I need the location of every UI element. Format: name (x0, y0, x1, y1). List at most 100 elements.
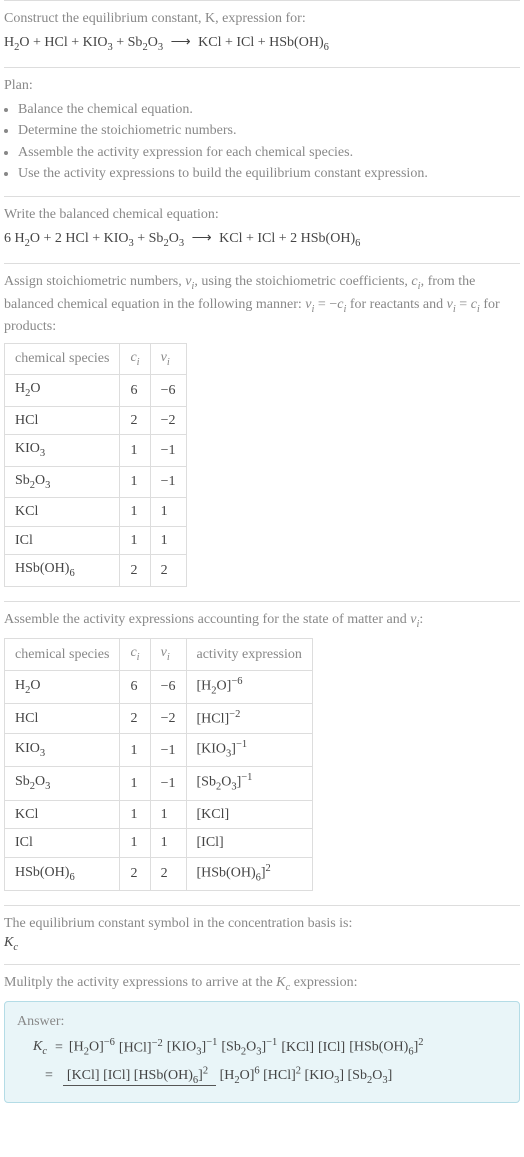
cell-species: Sb2O3 (5, 767, 120, 800)
cell-c: 1 (120, 800, 150, 829)
table-row: HSb(OH)622[HSb(OH)6]2 (5, 857, 313, 890)
cell-v: −2 (150, 406, 186, 435)
section-multiply: Mulitply the activity expressions to arr… (4, 964, 520, 1111)
table-row: ICl11[ICl] (5, 829, 313, 858)
section-balanced: Write the balanced chemical equation: 6 … (4, 196, 520, 263)
answer-line-1: Kc = [H2O]−6 [HCl]−2 [KIO3]−1 [Sb2O3]−1 … (33, 1036, 507, 1060)
cell-c: 1 (120, 734, 150, 767)
plan-item: Assemble the activity expression for eac… (18, 143, 520, 163)
table-row: KCl11[KCl] (5, 800, 313, 829)
section-kc-symbol: The equilibrium constant symbol in the c… (4, 905, 520, 964)
cell-species: HSb(OH)6 (5, 555, 120, 586)
balanced-equation: 6 H2O + 2 HCl + KIO3 + Sb2O3 ⟶ KCl + ICl… (4, 229, 520, 251)
section-construct: Construct the equilibrium constant, K, e… (4, 0, 520, 67)
col-vi: νi (150, 343, 186, 374)
table-row: KCl11 (5, 498, 187, 527)
plan-item: Use the activity expressions to build th… (18, 164, 520, 184)
cell-c: 2 (120, 555, 150, 586)
cell-c: 1 (120, 498, 150, 527)
table-row: KIO31−1[KIO3]−1 (5, 734, 313, 767)
cell-v: −1 (150, 466, 186, 497)
cell-c: 2 (120, 857, 150, 890)
col-ci: ci (120, 343, 150, 374)
heading-construct: Construct the equilibrium constant, K, e… (4, 9, 520, 29)
table-row: HSb(OH)622 (5, 555, 187, 586)
table-row: HCl2−2 (5, 406, 187, 435)
cell-act: [HCl]−2 (186, 704, 312, 734)
cell-act: [Sb2O3]−1 (186, 767, 312, 800)
table-row: HCl2−2[HCl]−2 (5, 704, 313, 734)
cell-species: KIO3 (5, 734, 120, 767)
cell-species: Sb2O3 (5, 466, 120, 497)
cell-v: 1 (150, 526, 186, 555)
activity-table: chemical species ci νi activity expressi… (4, 638, 313, 890)
cell-act: [H2O]−6 (186, 670, 312, 703)
cell-c: 1 (120, 526, 150, 555)
cell-species: KCl (5, 800, 120, 829)
table-row: KIO31−1 (5, 435, 187, 466)
section-plan: Plan: Balance the chemical equation. Det… (4, 67, 520, 196)
cell-species: HCl (5, 704, 120, 734)
col-ci: ci (120, 639, 150, 670)
kc-symbol: Kc (4, 933, 520, 955)
cell-c: 1 (120, 466, 150, 497)
table-row: Sb2O31−1[Sb2O3]−1 (5, 767, 313, 800)
cell-v: 2 (150, 857, 186, 890)
cell-act: [KIO3]−1 (186, 734, 312, 767)
table-row: Sb2O31−1 (5, 466, 187, 497)
cell-c: 1 (120, 435, 150, 466)
cell-act: [ICl] (186, 829, 312, 858)
heading-kc-symbol: The equilibrium constant symbol in the c… (4, 914, 520, 934)
cell-species: ICl (5, 526, 120, 555)
plan-list: Balance the chemical equation. Determine… (4, 100, 520, 184)
cell-c: 6 (120, 375, 150, 406)
cell-v: −1 (150, 767, 186, 800)
heading-plan: Plan: (4, 76, 520, 96)
cell-species: H2O (5, 670, 120, 703)
col-species: chemical species (5, 639, 120, 670)
cell-v: −6 (150, 375, 186, 406)
table-row: H2O6−6[H2O]−6 (5, 670, 313, 703)
cell-species: KIO3 (5, 435, 120, 466)
unbalanced-equation: H2O + HCl + KIO3 + Sb2O3 ⟶ KCl + ICl + H… (4, 33, 520, 55)
fraction-denominator: [H2O]6 [HCl]2 [KIO3] [Sb2O3] (216, 1066, 397, 1083)
cell-species: H2O (5, 375, 120, 406)
cell-species: HSb(OH)6 (5, 857, 120, 890)
col-species: chemical species (5, 343, 120, 374)
cell-c: 1 (120, 767, 150, 800)
answer-box: Answer: Kc = [H2O]−6 [HCl]−2 [KIO3]−1 [S… (4, 1001, 520, 1103)
stoich-table: chemical species ci νi H2O6−6 HCl2−2 KIO… (4, 343, 187, 587)
cell-species: ICl (5, 829, 120, 858)
col-vi: νi (150, 639, 186, 670)
cell-v: 1 (150, 829, 186, 858)
answer-line-2: = [KCl] [ICl] [HSb(OH)6]2 [H2O]6 [HCl]2 … (45, 1064, 507, 1088)
cell-species: HCl (5, 406, 120, 435)
section-activity: Assemble the activity expressions accoun… (4, 601, 520, 905)
table-row: ICl11 (5, 526, 187, 555)
cell-v: 1 (150, 800, 186, 829)
plan-item: Determine the stoichiometric numbers. (18, 121, 520, 141)
reaction-arrow-icon: ⟶ (192, 229, 212, 249)
cell-v: −2 (150, 704, 186, 734)
cell-v: 2 (150, 555, 186, 586)
cell-act: [KCl] (186, 800, 312, 829)
section-stoich: Assign stoichiometric numbers, νi, using… (4, 263, 520, 601)
cell-c: 1 (120, 829, 150, 858)
cell-v: −1 (150, 435, 186, 466)
heading-stoich: Assign stoichiometric numbers, νi, using… (4, 272, 520, 337)
cell-c: 2 (120, 406, 150, 435)
table-row: H2O6−6 (5, 375, 187, 406)
cell-species: KCl (5, 498, 120, 527)
col-activity: activity expression (186, 639, 312, 670)
fraction-numerator: [KCl] [ICl] [HSb(OH)6]2 (63, 1068, 216, 1086)
cell-c: 6 (120, 670, 150, 703)
heading-balanced: Write the balanced chemical equation: (4, 205, 520, 225)
answer-label: Answer: (17, 1012, 507, 1032)
plan-item: Balance the chemical equation. (18, 100, 520, 120)
heading-activity: Assemble the activity expressions accoun… (4, 610, 520, 632)
cell-c: 2 (120, 704, 150, 734)
cell-v: −6 (150, 670, 186, 703)
cell-v: 1 (150, 498, 186, 527)
heading-multiply: Mulitply the activity expressions to arr… (4, 973, 520, 995)
cell-act: [HSb(OH)6]2 (186, 857, 312, 890)
